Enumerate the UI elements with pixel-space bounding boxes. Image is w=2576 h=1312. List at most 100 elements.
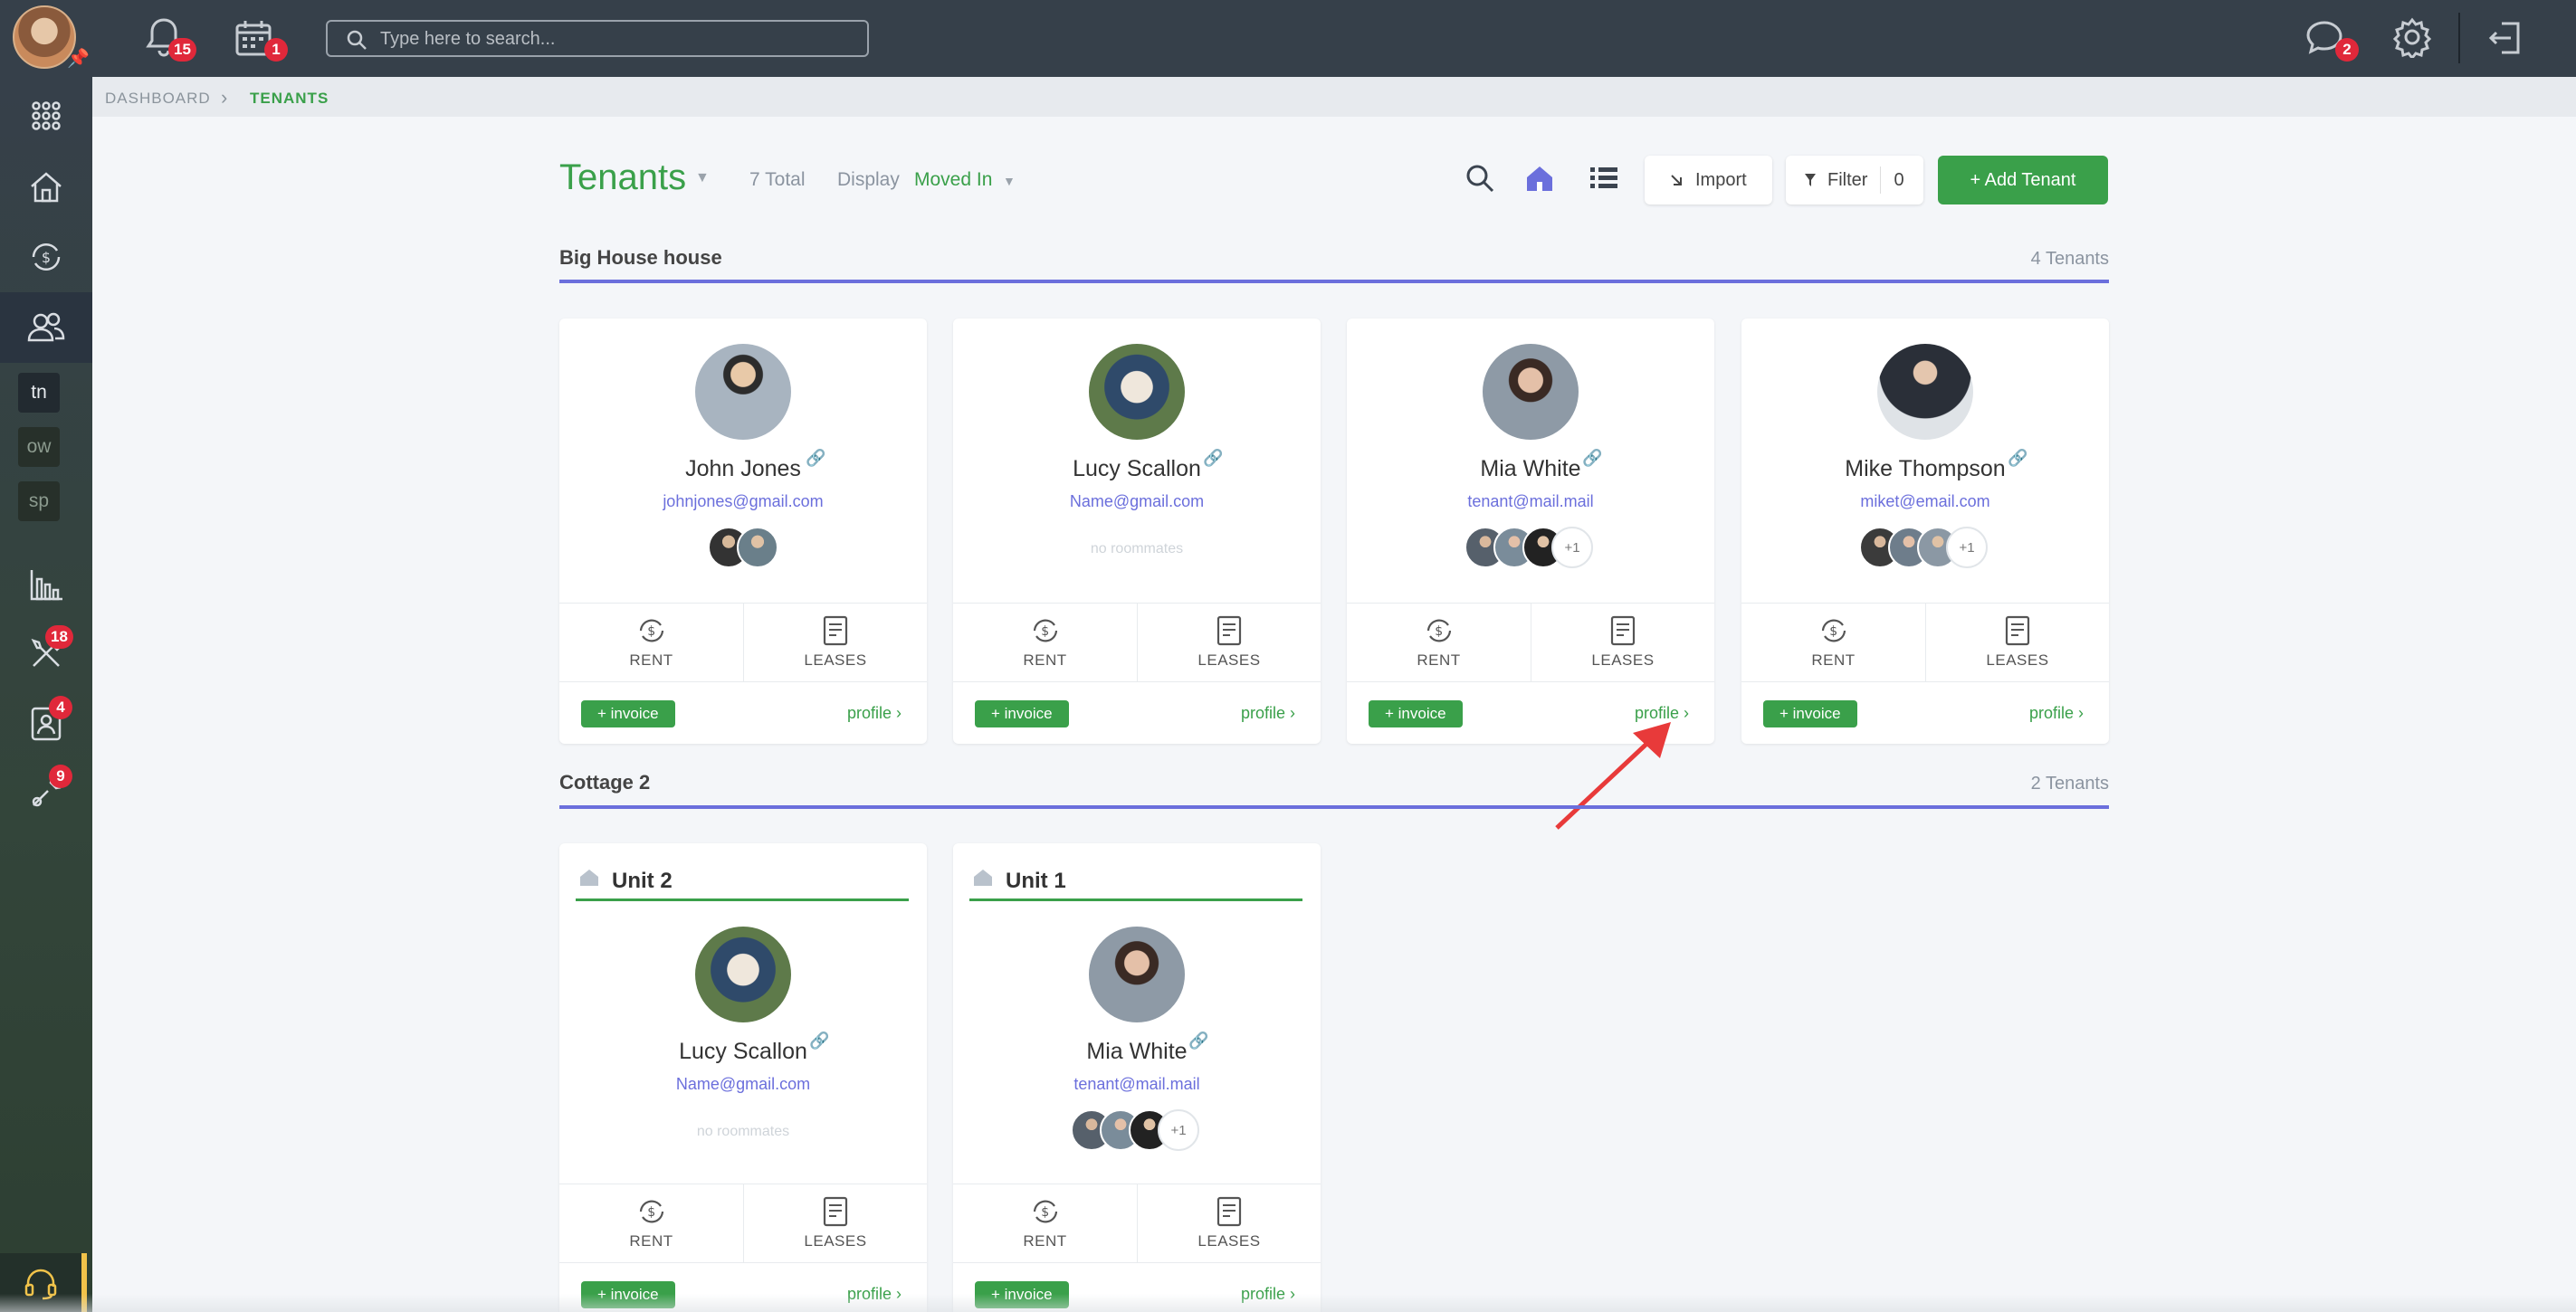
unit-title: Unit 1 xyxy=(1006,869,1066,893)
filter-count: 0 xyxy=(1880,166,1904,194)
group-count-big-house: 4 Tenants xyxy=(2030,249,2109,269)
group-divider xyxy=(559,805,2109,809)
lease-document-icon xyxy=(2005,615,2030,646)
leases-action[interactable]: LEASES xyxy=(743,604,927,681)
rent-action[interactable]: $ RENT xyxy=(953,604,1137,681)
bar-chart-icon xyxy=(30,570,62,601)
invoice-button[interactable]: + invoice xyxy=(1369,700,1463,727)
card-actions: $ RENT LEASES xyxy=(559,603,927,682)
sidebar-item-tenants[interactable] xyxy=(0,292,92,363)
tenant-card: Mike Thompson 🔗 miket@email.com +1 $ REN… xyxy=(1741,318,2109,744)
more-roommates[interactable]: +1 xyxy=(1158,1109,1199,1151)
search-input[interactable] xyxy=(380,28,851,50)
search-box[interactable] xyxy=(326,20,869,57)
leases-action[interactable]: LEASES xyxy=(1137,1184,1321,1262)
tenant-name[interactable]: Mike Thompson xyxy=(1741,456,2109,482)
card-actions: $ RENT LEASES xyxy=(559,1184,927,1263)
lease-document-icon xyxy=(823,1196,848,1227)
tenant-avatar[interactable] xyxy=(1877,344,1973,440)
rent-action[interactable]: $ RENT xyxy=(559,1184,743,1262)
import-arrow-icon xyxy=(1671,175,1682,185)
tenant-name[interactable]: Lucy Scallon xyxy=(559,1039,927,1065)
roommate-avatar[interactable] xyxy=(737,527,778,568)
display-caret-icon[interactable]: ▼ xyxy=(1003,174,1016,188)
sidebar-tag-ow[interactable]: ow xyxy=(18,427,60,467)
profile-link[interactable]: profile › xyxy=(1241,704,1295,723)
lease-document-icon xyxy=(1610,615,1636,646)
svg-text:$: $ xyxy=(42,249,51,266)
sidebar-tag-sp[interactable]: sp xyxy=(18,481,60,521)
gear-icon[interactable] xyxy=(2391,16,2433,62)
tenant-name[interactable]: Mia White xyxy=(953,1039,1321,1065)
top-bar: 📌 15 1 2 xyxy=(0,0,2576,77)
unit-header: Unit 1 xyxy=(969,856,1302,901)
add-tenant-button[interactable]: + Add Tenant xyxy=(1938,156,2108,204)
svg-text:$: $ xyxy=(647,624,655,639)
sidebar-item-payments[interactable]: $ xyxy=(0,222,92,292)
roommates xyxy=(708,527,778,568)
link-icon: 🔗 xyxy=(809,1032,830,1050)
rent-action[interactable]: $ RENT xyxy=(1347,604,1531,681)
tenant-name[interactable]: Mia White xyxy=(1347,456,1714,482)
tenant-name[interactable]: Lucy Scallon xyxy=(953,456,1321,482)
tenant-name[interactable]: John Jones xyxy=(559,456,927,482)
dollar-cycle-icon: $ xyxy=(32,242,61,271)
card-actions: $ RENT LEASES xyxy=(1347,603,1714,682)
annotation-arrow-icon xyxy=(1555,722,1671,830)
topbar-divider xyxy=(2458,13,2460,63)
tenant-card: Mia White 🔗 tenant@mail.mail +1 $ RENT L… xyxy=(1347,318,1714,744)
group-title-big-house: Big House house xyxy=(559,246,722,269)
invoice-button[interactable]: + invoice xyxy=(975,700,1069,727)
tenant-avatar[interactable] xyxy=(1483,344,1579,440)
sidebar-item-reports[interactable] xyxy=(0,549,92,620)
tenant-email[interactable]: tenant@mail.mail xyxy=(953,1075,1321,1094)
list-view-icon[interactable] xyxy=(1589,163,1619,198)
profile-link[interactable]: profile › xyxy=(2029,704,2084,723)
sidebar-item-apps[interactable] xyxy=(0,81,92,151)
logout-icon[interactable] xyxy=(2485,18,2525,62)
leases-action[interactable]: LEASES xyxy=(743,1184,927,1262)
profile-link[interactable]: profile › xyxy=(847,704,902,723)
card-footer: + invoice profile › xyxy=(1741,682,2109,742)
rent-dollar-icon: $ xyxy=(639,619,663,642)
grid-icon xyxy=(32,101,61,130)
filter-button[interactable]: Filter 0 xyxy=(1786,156,1923,204)
house-view-icon[interactable] xyxy=(1524,163,1555,198)
total-count: 7 Total xyxy=(749,169,806,190)
rent-action[interactable]: $ RENT xyxy=(1741,604,1925,681)
breadcrumb-dashboard[interactable]: DASHBOARD xyxy=(105,90,211,108)
invoice-button[interactable]: + invoice xyxy=(1763,700,1857,727)
rent-action[interactable]: $ RENT xyxy=(559,604,743,681)
tenant-avatar[interactable] xyxy=(1089,927,1185,1022)
svg-text:$: $ xyxy=(1435,624,1443,639)
rent-action[interactable]: $ RENT xyxy=(953,1184,1137,1262)
more-roommates[interactable]: +1 xyxy=(1946,527,1988,568)
sidebar-item-tools[interactable] xyxy=(0,757,92,828)
maintenance-badge: 18 xyxy=(45,625,73,649)
display-dropdown[interactable]: Moved In xyxy=(914,169,992,191)
leases-action[interactable]: LEASES xyxy=(1137,604,1321,681)
tenant-avatar[interactable] xyxy=(695,927,791,1022)
sidebar-item-maintenance[interactable] xyxy=(0,618,92,689)
import-button[interactable]: Import xyxy=(1645,156,1772,204)
breadcrumb: DASHBOARD › TENANTS xyxy=(92,77,2576,117)
tenant-email[interactable]: johnjones@gmail.com xyxy=(559,492,927,511)
invoice-button[interactable]: + invoice xyxy=(581,700,675,727)
tenant-email[interactable]: tenant@mail.mail xyxy=(1347,492,1714,511)
sidebar: $ tn ow sp 18 4 9 xyxy=(0,77,92,1312)
leases-action[interactable]: LEASES xyxy=(1925,604,2109,681)
search-toggle-icon[interactable] xyxy=(1465,163,1495,198)
sidebar-tag-tn[interactable]: tn xyxy=(18,373,60,413)
tenant-email[interactable]: miket@email.com xyxy=(1741,492,2109,511)
tenant-avatar[interactable] xyxy=(695,344,791,440)
tenant-avatar[interactable] xyxy=(1089,344,1185,440)
leases-action[interactable]: LEASES xyxy=(1531,604,1714,681)
tenant-email[interactable]: Name@gmail.com xyxy=(953,492,1321,511)
sidebar-item-properties[interactable] xyxy=(0,151,92,222)
title-caret-icon[interactable]: ▼ xyxy=(695,170,710,186)
rent-dollar-icon: $ xyxy=(1821,619,1846,642)
link-icon: 🔗 xyxy=(1582,449,1603,467)
tenant-email[interactable]: Name@gmail.com xyxy=(559,1075,927,1094)
sidebar-item-contacts[interactable] xyxy=(0,689,92,759)
more-roommates[interactable]: +1 xyxy=(1551,527,1593,568)
